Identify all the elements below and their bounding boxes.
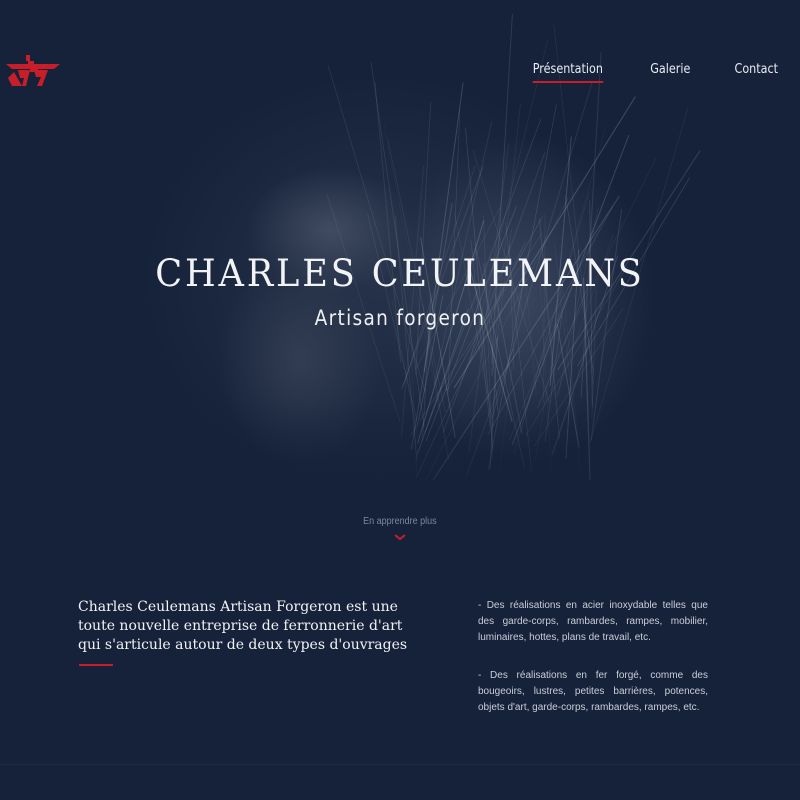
services-list: - Des réalisations en acier inoxydable t… — [478, 598, 708, 738]
main-nav: Présentation Galerie Contact — [527, 62, 782, 83]
nav-item-contact[interactable]: Contact — [735, 62, 778, 83]
anvil-cf-logo-icon[interactable] — [4, 50, 62, 88]
section-divider — [0, 764, 800, 765]
spark-streak — [446, 216, 543, 392]
list-item: - Des réalisations en fer forgé, comme d… — [478, 670, 708, 713]
page: Présentation Galerie Contact CHARLES CEU… — [0, 0, 800, 800]
chevron-down-icon[interactable] — [394, 533, 406, 541]
hero-title: CHARLES CEULEMANS — [155, 252, 645, 295]
intro-divider — [79, 664, 113, 666]
list-item: - Des réalisations en acier inoxydable t… — [478, 600, 708, 643]
hero-subtitle: Artisan forgeron — [314, 306, 486, 330]
intro-text: Charles Ceulemans Artisan Forgeron est u… — [78, 599, 408, 653]
nav-item-presentation[interactable]: Présentation — [532, 62, 603, 83]
learn-more-link[interactable]: En apprendre plus — [0, 511, 800, 541]
spark-streak — [327, 65, 426, 393]
spark-streak — [557, 207, 599, 396]
nav-item-galerie[interactable]: Galerie — [650, 62, 690, 83]
learn-more-label: En apprendre plus — [363, 516, 437, 527]
